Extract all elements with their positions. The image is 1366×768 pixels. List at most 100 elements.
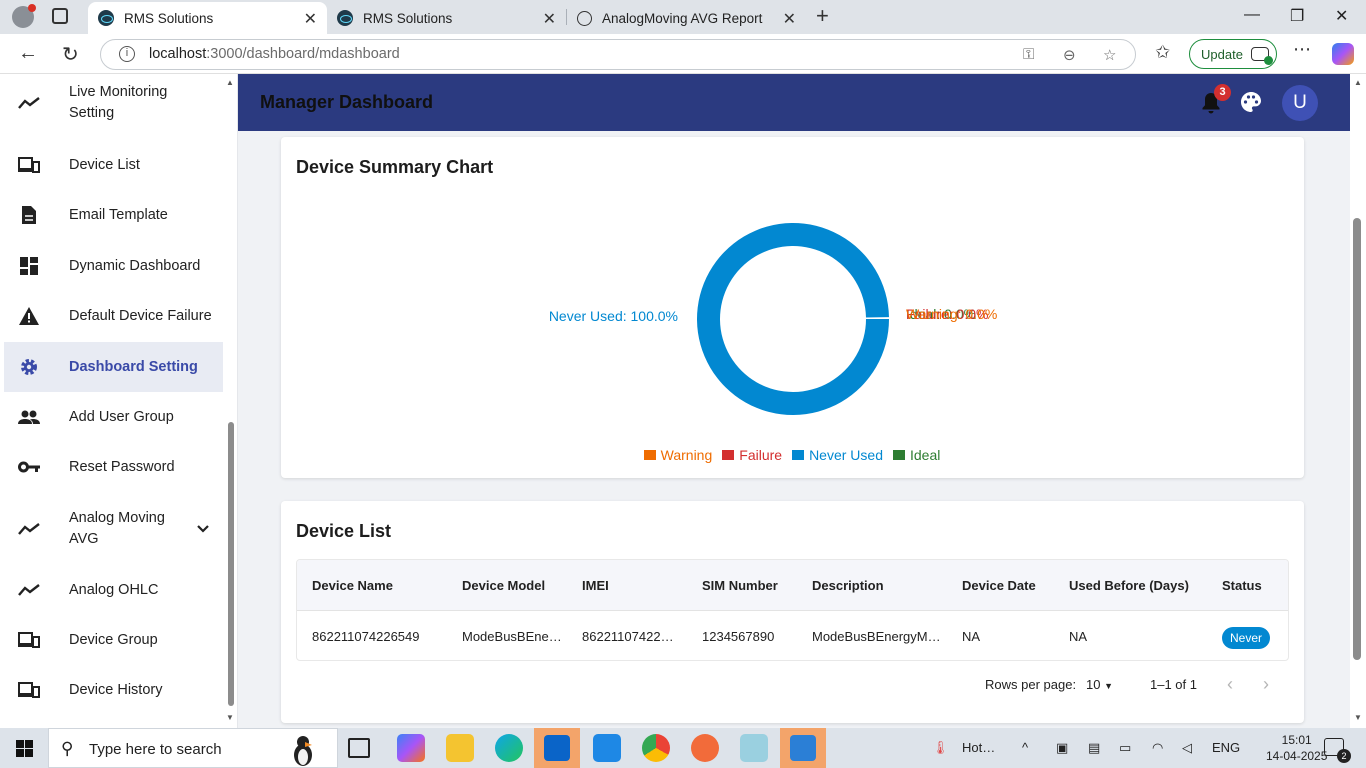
browser-tab-3[interactable]: AnalogMoving AVG Report ✕: [566, 2, 806, 34]
column-header[interactable]: Device Name: [312, 560, 393, 611]
sidebar-item-reset-password[interactable]: Reset Password: [4, 442, 223, 492]
legend-item-never-used[interactable]: Never Used: [792, 447, 883, 463]
favorite-star-icon[interactable]: ☆: [1103, 46, 1116, 64]
clock-time: 15:01: [1281, 733, 1312, 747]
donut-chart: Never Used: 100.0% Ideal: 0.0%Failure: 0.…: [549, 223, 997, 416]
column-header[interactable]: Used Before (Days): [1069, 560, 1189, 611]
show-hidden-icons[interactable]: ^: [1022, 740, 1028, 755]
sidebar-item-analog-ohlc[interactable]: Analog OHLC: [4, 565, 223, 615]
vscode-icon[interactable]: [593, 734, 621, 762]
site-info-icon[interactable]: i: [119, 46, 135, 62]
rows-per-page-select[interactable]: 10 ▼: [1086, 677, 1113, 692]
pie-slice-never-used[interactable]: [697, 223, 889, 416]
gear-icon: [18, 356, 40, 378]
devices-icon: [18, 629, 40, 651]
sidebar-scrollbar[interactable]: ▲ ▼: [226, 74, 236, 728]
file-explorer-icon[interactable]: [446, 734, 474, 762]
sidebar-item-device-list[interactable]: Device List: [4, 140, 223, 190]
photos-taskbar-slot[interactable]: [780, 728, 826, 768]
tab-title: RMS Solutions: [363, 10, 453, 26]
legend-item-warning[interactable]: Warning: [643, 447, 712, 463]
browser-tab-2[interactable]: RMS Solutions ✕: [327, 2, 566, 34]
user-avatar[interactable]: U: [1282, 85, 1318, 121]
scroll-up-icon[interactable]: ▲: [1354, 78, 1362, 87]
close-tab-icon[interactable]: ✕: [783, 9, 796, 29]
weather-text[interactable]: Hot…: [962, 740, 995, 755]
scroll-down-icon[interactable]: ▼: [226, 713, 234, 722]
column-header[interactable]: IMEI: [582, 560, 609, 611]
zoom-icon[interactable]: ⊖: [1063, 46, 1076, 64]
data-label-never-used: Never Used: 100.0%: [549, 308, 678, 324]
sidebar-item-analog-moving-avg[interactable]: Analog Moving AVG: [4, 501, 223, 557]
copilot-icon[interactable]: [1332, 43, 1354, 65]
tab-actions-icon[interactable]: [52, 8, 68, 24]
column-header[interactable]: Description: [812, 560, 884, 611]
chrome-icon[interactable]: [642, 734, 670, 762]
minimize-icon[interactable]: —: [1244, 6, 1260, 24]
more-menu-icon[interactable]: ⋯: [1293, 39, 1311, 60]
sidebar-item-device-history[interactable]: Device History: [4, 665, 223, 715]
legend-item-ideal[interactable]: Ideal: [892, 447, 940, 463]
restore-icon[interactable]: ❐: [1290, 6, 1304, 26]
taskbar-search-input[interactable]: ⚲ Type here to search: [48, 728, 338, 768]
windows-start-icon[interactable]: [16, 740, 33, 757]
main-scrollbar[interactable]: ▲ ▼: [1350, 74, 1366, 728]
search-placeholder: Type here to search: [89, 741, 222, 758]
copilot-taskbar-icon[interactable]: [397, 734, 425, 762]
sidebar-item-dynamic-dashboard[interactable]: Dynamic Dashboard: [4, 241, 223, 291]
palette-icon[interactable]: [1241, 92, 1263, 114]
scrollbar-thumb[interactable]: [1353, 218, 1361, 660]
notification-count: 2: [1337, 749, 1351, 763]
key-icon[interactable]: ⚿: [1023, 46, 1034, 63]
scrollbar-thumb[interactable]: [228, 422, 234, 706]
sidebar-item-dashboard-setting[interactable]: Dashboard Setting: [4, 342, 223, 392]
scroll-up-icon[interactable]: ▲: [226, 78, 234, 87]
notification-center-icon[interactable]: 2: [1324, 738, 1351, 763]
system-clock[interactable]: 15:01 14-04-2025: [1266, 732, 1327, 764]
outlook-taskbar-slot[interactable]: [534, 728, 580, 768]
task-view-icon[interactable]: [348, 738, 370, 758]
close-tab-icon[interactable]: ✕: [543, 9, 556, 29]
table-row[interactable]: 862211074226549 ModeBusBEne… 86221107422…: [297, 611, 1288, 660]
meet-icon[interactable]: ▣: [1056, 740, 1068, 756]
column-header[interactable]: Device Model: [462, 560, 545, 611]
sidebar-item-add-user-group[interactable]: Add User Group: [4, 392, 223, 442]
legend-item-failure[interactable]: Failure: [722, 447, 782, 463]
sidebar-item-live-monitoring-setting[interactable]: Live Monitoring Setting: [4, 74, 223, 132]
close-window-icon[interactable]: ✕: [1335, 6, 1348, 26]
sidebar-item-label: Live Monitoring Setting: [69, 84, 168, 121]
thermometer-icon[interactable]: 🌡: [932, 740, 949, 756]
sidebar-item-default-device-failure[interactable]: Default Device Failure: [4, 291, 223, 341]
column-header[interactable]: Device Date: [962, 560, 1036, 611]
update-button[interactable]: Update: [1189, 39, 1277, 69]
url-input[interactable]: i localhost:3000/dashboard/mdashboard ⚿ …: [100, 39, 1136, 70]
sidebar-item-device-group[interactable]: Device Group: [4, 615, 223, 665]
new-tab-icon[interactable]: +: [816, 3, 829, 29]
address-bar: ← ↻ i localhost:3000/dashboard/mdashboar…: [0, 34, 1366, 74]
next-page-icon[interactable]: ›: [1263, 674, 1269, 695]
sidebar-item-label: Email Template: [69, 206, 168, 223]
profile-icon[interactable]: [12, 4, 36, 28]
wifi-icon[interactable]: ◠: [1152, 740, 1163, 756]
back-icon[interactable]: ←: [18, 42, 38, 65]
sidebar-item-email-template[interactable]: Email Template: [4, 190, 223, 240]
url-host: localhost: [149, 46, 207, 62]
edge-icon[interactable]: [495, 734, 523, 762]
language-indicator[interactable]: ENG: [1212, 740, 1240, 755]
prev-page-icon[interactable]: ‹: [1227, 674, 1233, 695]
postman-icon[interactable]: [691, 734, 719, 762]
legend-label: Failure: [739, 447, 783, 463]
scroll-down-icon[interactable]: ▼: [1354, 713, 1362, 722]
column-header[interactable]: Status: [1222, 560, 1262, 611]
close-tab-icon[interactable]: ✕: [304, 9, 317, 29]
device-icon[interactable]: ▤: [1088, 740, 1100, 756]
browser-tab-1[interactable]: RMS Solutions ✕: [88, 2, 327, 34]
photos-icon: [790, 735, 816, 761]
favorites-icon[interactable]: ✩: [1155, 42, 1170, 63]
column-header[interactable]: SIM Number: [702, 560, 778, 611]
volume-icon[interactable]: ◁: [1182, 740, 1192, 756]
refresh-icon[interactable]: ↻: [62, 42, 79, 67]
battery-icon[interactable]: ▭: [1119, 740, 1131, 756]
chevron-down-icon[interactable]: [197, 520, 209, 536]
app-icon[interactable]: [740, 734, 768, 762]
